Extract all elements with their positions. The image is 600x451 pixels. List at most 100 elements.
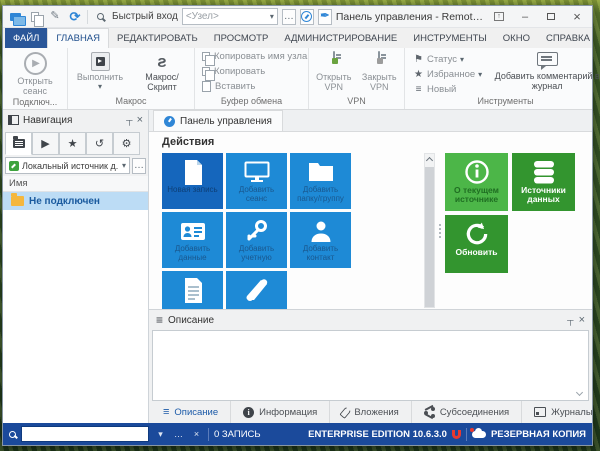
statusbar: ▾ … × 0 ЗАПИСЬ ENTERPRISE EDITION 10.6.3… — [3, 423, 592, 445]
tile-about-source[interactable]: О текущем источнике — [445, 153, 508, 211]
datasource-combobox[interactable]: Локальный источник д... ▾ — [5, 157, 130, 174]
close-vpn-button[interactable]: Закрыть VPN — [359, 51, 401, 93]
tab-logs[interactable]: Журналы — [522, 401, 600, 423]
customize-button[interactable]: ✒ — [318, 9, 332, 25]
nav-tab-tree[interactable] — [5, 132, 32, 155]
dashboard-content: Действия Новая запись — [149, 132, 592, 309]
open-vpn-button[interactable]: Открыть VPN — [313, 51, 355, 93]
add-comment-button[interactable]: Добавить комментарий в журнал — [492, 51, 600, 92]
search-button[interactable] — [92, 9, 108, 25]
ribbon-group-connection: ▶ Открыть сеанс Подключ... — [3, 48, 68, 109]
tile-add-credential[interactable]: Добавить учетную — [226, 212, 287, 268]
name-column-header[interactable]: Имя — [3, 176, 148, 192]
comment-icon — [537, 52, 558, 66]
tile-add-script[interactable] — [226, 271, 287, 309]
tiles-splitter[interactable] — [435, 153, 445, 309]
scrollbar-thumb[interactable] — [425, 167, 434, 307]
ribbon-group-macro: Выполнить ▾ ƨ Макрос/Скрипт Макрос — [68, 48, 195, 109]
tile-new-entry[interactable]: Новая запись — [162, 153, 223, 209]
pin-icon[interactable]: ┬ — [567, 316, 573, 325]
favorites-button[interactable]: ★ Избранное ▾ — [413, 68, 482, 81]
filter-more-button[interactable]: … — [172, 427, 185, 441]
run-button[interactable]: Выполнить ▾ — [72, 51, 128, 91]
nav-tab-history[interactable]: ↺ — [86, 132, 113, 155]
refresh-button[interactable]: ⟳ — [67, 9, 83, 25]
macro-script-button[interactable]: ƨ Макрос/Скрипт — [134, 51, 190, 93]
fullscreen-button[interactable]: ↑ — [488, 9, 510, 25]
tile-add-session[interactable]: Добавить сеанс — [226, 153, 287, 209]
tab-tools[interactable]: ИНСТРУМЕНТЫ — [405, 28, 495, 48]
maximize-button[interactable] — [540, 9, 562, 25]
minimize-button[interactable]: – — [514, 9, 536, 25]
tab-subconnections[interactable]: Субсоединения — [412, 401, 522, 423]
tab-view[interactable]: ПРОСМОТР — [206, 28, 277, 48]
edit-button[interactable]: ✎ — [47, 9, 63, 25]
filter-clear-button[interactable]: × — [190, 427, 203, 441]
tile-add-contact[interactable]: Добавить контакт — [290, 212, 351, 268]
tab-edit[interactable]: РЕДАКТИРОВАТЬ — [109, 28, 206, 48]
magnet-icon[interactable] — [452, 430, 461, 439]
filter-dropdown-button[interactable]: ▾ — [154, 427, 167, 441]
copy-button[interactable] — [27, 9, 43, 25]
chevron-down-icon[interactable]: ▾ — [270, 13, 274, 21]
tile-refresh[interactable]: Обновить — [445, 215, 508, 273]
tile-add-data[interactable]: Добавить данные — [162, 212, 223, 268]
pin-icon[interactable]: ┬ — [126, 116, 132, 125]
scroll-up-arrow[interactable] — [425, 154, 434, 167]
copy-node-name-button[interactable]: Копировать имя узла — [202, 50, 307, 63]
star-icon: ★ — [68, 137, 78, 150]
tile-add-folder[interactable]: Добавить папку/группу — [290, 153, 351, 209]
tab-information[interactable]: i Информация — [231, 401, 330, 423]
tiles-scrollbar[interactable] — [424, 153, 435, 308]
chevron-down-icon[interactable] — [576, 389, 583, 396]
new-button[interactable]: ≡ Новый — [413, 83, 482, 96]
node-combobox[interactable]: <Узел> ▾ — [182, 8, 278, 25]
tab-file[interactable]: ФАЙЛ — [5, 28, 47, 48]
filter-input[interactable] — [21, 426, 149, 442]
open-sessions-button[interactable] — [7, 9, 23, 25]
tab-description[interactable]: ≡ Описание — [151, 401, 231, 423]
close-button[interactable]: × — [566, 9, 588, 25]
tile-add-document[interactable] — [162, 271, 223, 309]
tab-window[interactable]: ОКНО — [495, 28, 538, 48]
run-label: Выполнить — [77, 72, 123, 82]
edition-label: ENTERPRISE EDITION 10.6.3.0 — [308, 429, 447, 440]
tab-attachments[interactable]: Вложения — [330, 401, 412, 423]
open-session-button[interactable]: ▶ Открыть сеанс — [7, 51, 63, 97]
node-more-button[interactable]: … — [282, 9, 296, 25]
tree-item-not-connected[interactable]: Не подключен — [3, 192, 148, 210]
tab-home[interactable]: ГЛАВНАЯ — [47, 28, 109, 48]
tab-dashboard[interactable]: Панель управления — [153, 110, 283, 131]
ribbon: ▶ Открыть сеанс Подключ... Выполнить ▾ ƨ… — [3, 48, 592, 110]
status-button[interactable]: ⚑ Статус ▾ — [413, 53, 482, 66]
ribbon-group-tools: ⚑ Статус ▾ ★ Избранное ▾ ≡ Новый — [405, 48, 600, 109]
navigation-title: Навигация — [23, 115, 122, 126]
chevron-down-icon: ▾ — [478, 71, 482, 79]
macro-script-label: Макрос/Скрипт — [134, 72, 190, 93]
refresh-icon — [464, 221, 490, 247]
paste-button[interactable]: Вставить — [202, 80, 255, 93]
nav-tab-favorites[interactable]: ★ — [59, 132, 86, 155]
run-icon — [91, 52, 110, 71]
backup-label[interactable]: РЕЗЕРВНАЯ КОПИЯ — [491, 429, 586, 440]
tile-data-sources[interactable]: Источники данных — [512, 153, 575, 211]
gear-icon: ⚙ — [122, 137, 132, 150]
chevron-down-icon: ▾ — [122, 162, 126, 170]
datasource-more-button[interactable]: … — [132, 158, 146, 174]
close-vpn-label: Закрыть VPN — [359, 72, 401, 93]
navigation-panel: Навигация ┬ × ▶ ★ ↺ ⚙ Локальный источник… — [3, 110, 149, 423]
navigation-tree: Не подключен — [3, 192, 148, 423]
folder-icon — [308, 159, 334, 185]
tab-help[interactable]: СПРАВКА — [538, 28, 592, 48]
nav-tab-settings[interactable]: ⚙ — [113, 132, 140, 155]
close-icon[interactable]: × — [579, 315, 585, 326]
nav-tab-sessions[interactable]: ▶ — [32, 132, 59, 155]
navigation-tabstrip: ▶ ★ ↺ ⚙ — [3, 130, 148, 155]
copy-button[interactable]: Копировать — [202, 65, 265, 78]
gauge-icon — [301, 11, 312, 22]
tab-administration[interactable]: АДМИНИСТРИРОВАНИЕ — [276, 28, 405, 48]
description-textarea[interactable] — [152, 330, 589, 401]
dashboard-shortcut-button[interactable] — [300, 9, 314, 25]
play-icon: ▶ — [41, 137, 49, 150]
close-icon[interactable]: × — [137, 115, 143, 126]
